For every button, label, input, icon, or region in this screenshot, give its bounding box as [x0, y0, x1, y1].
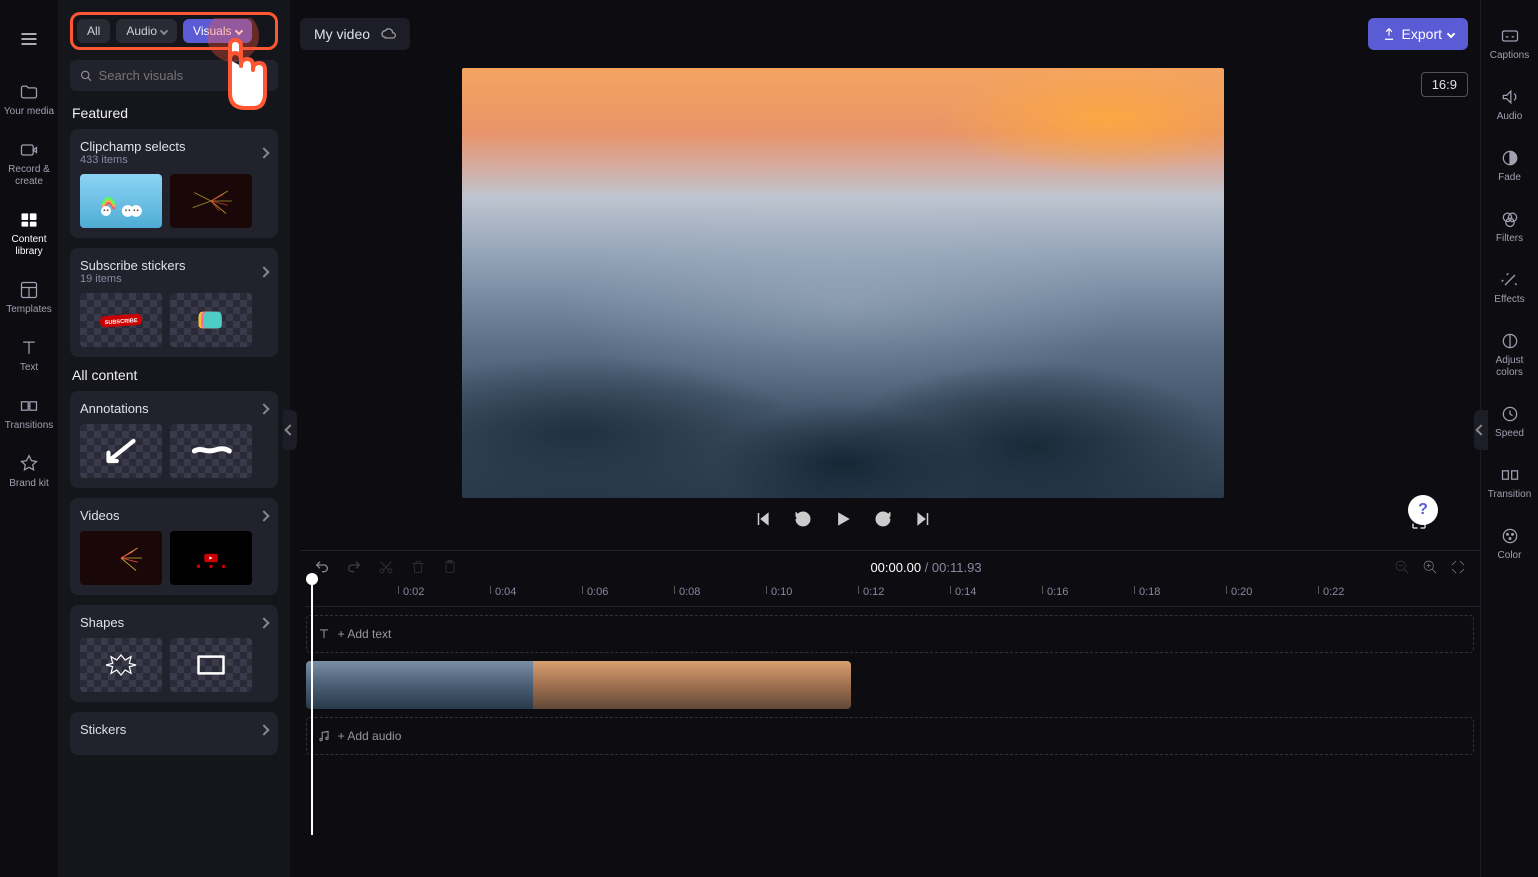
thumb[interactable]: [170, 174, 252, 228]
aspect-ratio-button[interactable]: 16:9: [1421, 72, 1468, 97]
text-track[interactable]: + Add text: [306, 615, 1474, 653]
redo-icon[interactable]: [346, 559, 362, 575]
delete-icon[interactable]: [410, 559, 426, 575]
filter-row: All Audio Visuals: [70, 12, 278, 50]
sidebar-item-brand-kit[interactable]: Brand kit: [0, 448, 58, 496]
playback-controls: [462, 510, 1224, 528]
chevron-right-icon: [258, 403, 269, 414]
rail-adjust-colors[interactable]: Adjust colors: [1481, 325, 1538, 385]
undo-icon[interactable]: [314, 559, 330, 575]
help-button[interactable]: ?: [1408, 495, 1438, 525]
filter-audio[interactable]: Audio: [116, 19, 177, 43]
card-annotations[interactable]: Annotations: [70, 391, 278, 488]
label: Brand kit: [9, 478, 48, 490]
all-content-heading: All content: [72, 367, 276, 383]
zoom-out-icon[interactable]: [1394, 559, 1410, 575]
card-title: Clipchamp selects: [80, 139, 186, 154]
rail-effects[interactable]: Effects: [1481, 264, 1538, 312]
thumb[interactable]: [170, 293, 252, 347]
text-icon: [317, 627, 331, 641]
label: Templates: [6, 304, 52, 316]
left-rail: Your media Record & create Content libra…: [0, 0, 58, 877]
label: Transitions: [5, 420, 54, 432]
label: Record & create: [2, 164, 56, 188]
forward-icon[interactable]: [874, 510, 892, 528]
sidebar-item-your-media[interactable]: Your media: [0, 76, 58, 124]
rail-filters[interactable]: Filters: [1481, 203, 1538, 251]
zoom-fit-icon[interactable]: [1450, 559, 1466, 575]
thumb[interactable]: [80, 638, 162, 692]
label: Text: [20, 362, 38, 374]
upload-icon: [1382, 27, 1396, 41]
sidebar-item-templates[interactable]: Templates: [0, 274, 58, 322]
thumb[interactable]: [170, 424, 252, 478]
thumb[interactable]: [170, 531, 252, 585]
card-subscribe-stickers[interactable]: Subscribe stickers 19 items SUBSCRIBE: [70, 248, 278, 357]
timeline-tools: [314, 559, 458, 575]
expand-right-panel-button[interactable]: [1474, 410, 1488, 450]
thumb[interactable]: SUBSCRIBE: [80, 293, 162, 347]
thumb[interactable]: [80, 531, 162, 585]
menu-button[interactable]: [10, 20, 48, 58]
rail-captions[interactable]: Captions: [1481, 20, 1538, 68]
playhead[interactable]: [311, 575, 313, 835]
rail-transition[interactable]: Transition: [1481, 459, 1538, 507]
search-input[interactable]: [99, 68, 268, 83]
thumb[interactable]: [80, 424, 162, 478]
play-icon[interactable]: [834, 510, 852, 528]
rail-audio[interactable]: Audio: [1481, 81, 1538, 129]
music-icon: [317, 729, 331, 743]
card-shapes[interactable]: Shapes: [70, 605, 278, 702]
thumb[interactable]: [80, 174, 162, 228]
sidebar-item-text[interactable]: Text: [0, 332, 58, 380]
skip-back-icon[interactable]: [754, 510, 772, 528]
cloud-sync-icon: [380, 26, 396, 42]
timeline: 00:00.00 / 00:11.93 0:02 0:04 0:06 0:08 …: [300, 550, 1480, 877]
skip-forward-icon[interactable]: [914, 510, 932, 528]
zoom-controls: [1394, 559, 1466, 575]
chevron-right-icon: [258, 510, 269, 521]
video-clip[interactable]: [306, 661, 851, 709]
card-stickers[interactable]: Stickers: [70, 712, 278, 755]
cut-icon[interactable]: [378, 559, 394, 575]
clipboard-icon[interactable]: [442, 559, 458, 575]
sidebar-item-transitions[interactable]: Transitions: [0, 390, 58, 438]
top-bar: My video Export: [300, 18, 1468, 50]
search-bar[interactable]: [70, 60, 278, 91]
rail-fade[interactable]: Fade: [1481, 142, 1538, 190]
video-track[interactable]: [306, 661, 1474, 709]
zoom-in-icon[interactable]: [1422, 559, 1438, 575]
chevron-right-icon: [258, 724, 269, 735]
card-title: Subscribe stickers: [80, 258, 185, 273]
filter-visuals[interactable]: Visuals: [183, 19, 251, 43]
chevron-right-icon: [258, 266, 269, 277]
sidebar-item-content-library[interactable]: Content library: [0, 204, 58, 264]
search-icon: [80, 69, 93, 83]
card-sub: 19 items: [80, 273, 185, 285]
sidebar-item-record-create[interactable]: Record & create: [0, 134, 58, 194]
time-display: 00:00.00 / 00:11.93: [870, 560, 981, 575]
rail-color[interactable]: Color: [1481, 520, 1538, 568]
label: Your media: [4, 106, 54, 118]
project-title[interactable]: My video: [300, 18, 410, 50]
right-rail: Captions Audio Fade Filters Effects Adju…: [1480, 0, 1538, 877]
content-library-panel: All Audio Visuals Featured Clipchamp sel…: [58, 0, 290, 877]
rewind-icon[interactable]: [794, 510, 812, 528]
card-clipchamp-selects[interactable]: Clipchamp selects 433 items: [70, 129, 278, 238]
audio-track[interactable]: + Add audio: [306, 717, 1474, 755]
collapse-panel-button[interactable]: [283, 410, 297, 450]
card-sub: 433 items: [80, 154, 186, 166]
export-button[interactable]: Export: [1368, 18, 1468, 50]
timeline-ruler[interactable]: 0:02 0:04 0:06 0:08 0:10 0:12 0:14 0:16 …: [306, 583, 1480, 607]
featured-heading: Featured: [72, 105, 276, 121]
video-preview[interactable]: [462, 68, 1224, 498]
rail-speed[interactable]: Speed: [1481, 398, 1538, 446]
filter-all[interactable]: All: [77, 19, 110, 43]
chevron-right-icon: [258, 617, 269, 628]
chevron-right-icon: [258, 147, 269, 158]
card-videos[interactable]: Videos: [70, 498, 278, 595]
thumb[interactable]: [170, 638, 252, 692]
label: Content library: [2, 234, 56, 258]
